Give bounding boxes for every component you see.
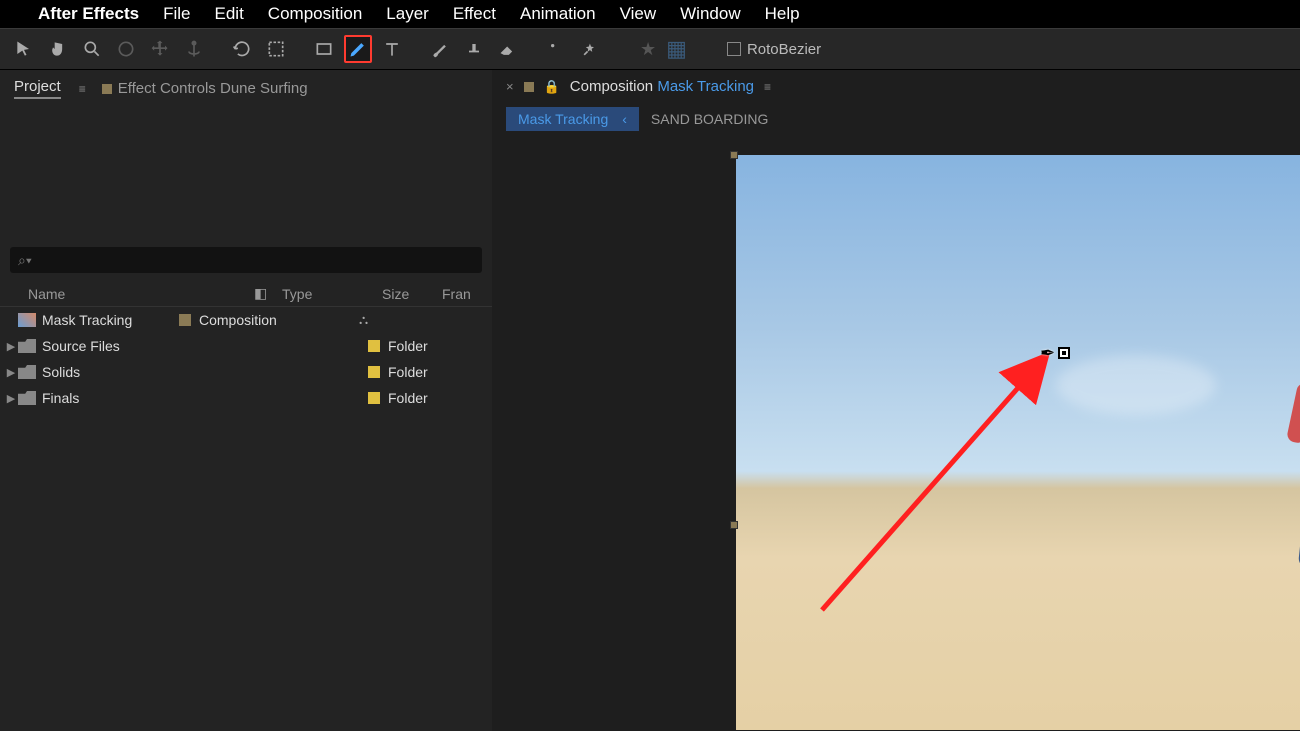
label-color-icon: [368, 366, 380, 378]
label-chip-icon: [524, 82, 534, 92]
roto-brush-tool[interactable]: [542, 35, 570, 63]
bbox-handle[interactable]: [730, 151, 738, 159]
folder-icon: [18, 391, 36, 405]
menu-view[interactable]: View: [620, 4, 657, 24]
breadcrumb: Mask Tracking ‹ SAND BOARDING: [492, 103, 1300, 135]
puppet-pin-tool[interactable]: [576, 35, 604, 63]
project-search-input[interactable]: [10, 247, 482, 273]
orbit-tool[interactable]: [112, 35, 140, 63]
rectangle-tool[interactable]: [310, 35, 338, 63]
breadcrumb-active[interactable]: Mask Tracking ‹: [506, 107, 639, 131]
app-name[interactable]: After Effects: [38, 4, 139, 24]
col-size[interactable]: Size: [382, 286, 442, 302]
rotate-tool[interactable]: [228, 35, 256, 63]
mask-tool[interactable]: [262, 35, 290, 63]
anchor-tool[interactable]: [180, 35, 208, 63]
composition-link[interactable]: Mask Tracking: [657, 78, 754, 95]
snap-icon[interactable]: ▦: [666, 36, 687, 62]
pan-behind-tool[interactable]: [146, 35, 174, 63]
bbox-handle[interactable]: [730, 521, 738, 529]
table-row[interactable]: ▶ Finals Folder: [0, 385, 492, 411]
person-graphic: [1284, 345, 1300, 585]
table-row[interactable]: ▶ Solids Folder: [0, 359, 492, 385]
menu-effect[interactable]: Effect: [453, 4, 496, 24]
macos-menubar: After Effects File Edit Composition Laye…: [0, 0, 1300, 28]
rotobezier-label: RotoBezier: [747, 41, 821, 58]
project-panel: Project ≡ Effect Controls Dune Surfing N…: [0, 70, 492, 731]
menu-window[interactable]: Window: [680, 4, 740, 24]
eraser-tool[interactable]: [494, 35, 522, 63]
composition-icon: [18, 313, 36, 327]
flowchart-icon[interactable]: ⛬: [359, 312, 488, 328]
cloud-graphic: [1056, 355, 1216, 415]
folder-icon: [18, 339, 36, 353]
close-icon[interactable]: ×: [506, 79, 514, 94]
table-header[interactable]: Name ◧ Type Size Fran: [0, 281, 492, 307]
label-color-icon: [368, 340, 380, 352]
expand-arrow-icon[interactable]: ▶: [4, 392, 18, 405]
project-tab[interactable]: Project: [14, 78, 61, 99]
zoom-tool[interactable]: [78, 35, 106, 63]
pen-tool[interactable]: [344, 35, 372, 63]
panel-menu-icon[interactable]: ≡: [764, 80, 771, 94]
composition-viewer[interactable]: ✒: [492, 145, 1300, 731]
selection-tool[interactable]: [10, 35, 38, 63]
panel-title: Composition Mask Tracking: [570, 78, 754, 95]
menu-edit[interactable]: Edit: [215, 4, 244, 24]
folder-icon: [18, 365, 36, 379]
favorite-icon[interactable]: ★: [640, 39, 656, 60]
tool-bar: ★ ▦ RotoBezier: [0, 28, 1300, 70]
table-row[interactable]: ▶ Source Files Folder: [0, 333, 492, 359]
expand-arrow-icon[interactable]: ▶: [4, 366, 18, 379]
table-row[interactable]: Mask Tracking Composition ⛬: [0, 307, 492, 333]
menu-animation[interactable]: Animation: [520, 4, 596, 24]
project-table: Name ◧ Type Size Fran Mask Tracking Comp…: [0, 281, 492, 411]
chevron-left-icon[interactable]: ‹: [622, 111, 627, 127]
label-color-icon: [368, 392, 380, 404]
col-framerate[interactable]: Fran: [442, 286, 488, 302]
breadcrumb-item[interactable]: SAND BOARDING: [639, 107, 780, 131]
menu-file[interactable]: File: [163, 4, 190, 24]
menu-layer[interactable]: Layer: [386, 4, 429, 24]
menu-help[interactable]: Help: [765, 4, 800, 24]
rotobezier-toggle[interactable]: RotoBezier: [727, 41, 821, 58]
col-type[interactable]: Type: [282, 286, 382, 302]
clone-stamp-tool[interactable]: [460, 35, 488, 63]
lock-icon[interactable]: 🔒: [544, 79, 560, 95]
hand-tool[interactable]: [44, 35, 72, 63]
label-chip-icon: [102, 84, 112, 94]
type-tool[interactable]: [378, 35, 406, 63]
expand-arrow-icon[interactable]: ▶: [4, 340, 18, 353]
label-color-icon: [179, 314, 191, 326]
col-label-icon[interactable]: ◧: [254, 285, 282, 302]
pen-cursor-icon: ✒: [1040, 343, 1070, 364]
col-name[interactable]: Name: [4, 286, 254, 302]
checkbox-icon: [727, 42, 741, 56]
brush-tool[interactable]: [426, 35, 454, 63]
panel-menu-icon[interactable]: ≡: [79, 82, 84, 96]
composition-panel: × 🔒 Composition Mask Tracking ≡ Mask Tra…: [492, 70, 1300, 731]
effect-controls-tab[interactable]: Effect Controls Dune Surfing: [102, 80, 308, 97]
footage-preview: [736, 155, 1300, 730]
menu-composition[interactable]: Composition: [268, 4, 363, 24]
